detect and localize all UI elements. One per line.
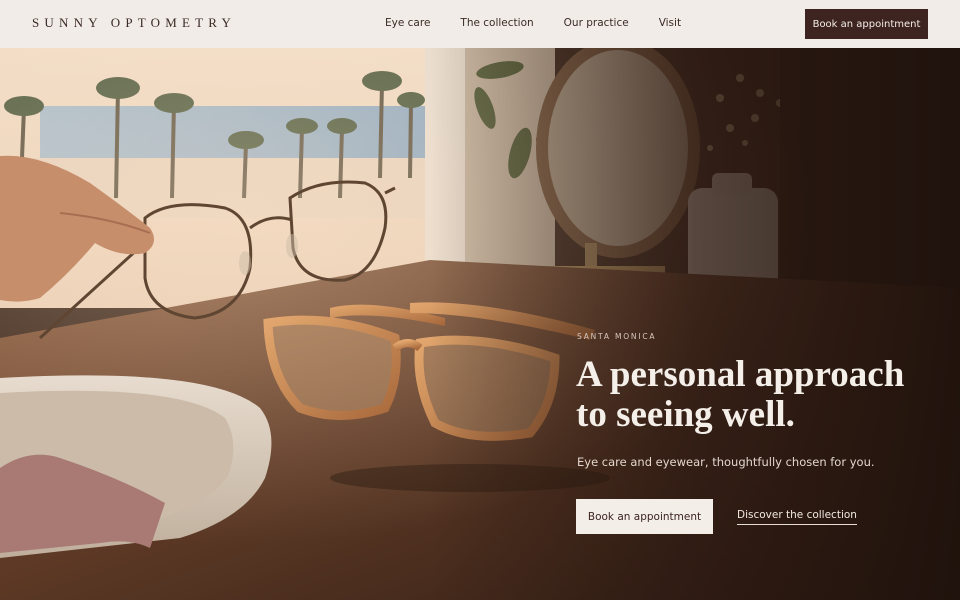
nav-item-visit[interactable]: Visit (659, 16, 681, 30)
hero-eyebrow: SANTA MONICA (577, 332, 657, 341)
hero-book-appointment-button[interactable]: Book an appointment (576, 499, 713, 534)
nav-item-eye-care[interactable]: Eye care (385, 16, 430, 30)
brand-logo[interactable]: SUNNY OPTOMETRY (32, 15, 236, 31)
nav-item-our-practice[interactable]: Our practice (564, 16, 629, 30)
nav-item-collection[interactable]: The collection (460, 16, 533, 30)
site-header: SUNNY OPTOMETRY Eye care The collection … (0, 0, 960, 48)
hero-section: SANTA MONICA A personal approach to seei… (0, 48, 960, 600)
hero-headline: A personal approach to seeing well. (576, 355, 936, 435)
hero-subline: Eye care and eyewear, thoughtfully chose… (577, 455, 875, 469)
hero-headline-line2: to seeing well. (576, 394, 795, 435)
header-book-appointment-button[interactable]: Book an appointment (805, 9, 928, 39)
discover-collection-link[interactable]: Discover the collection (737, 509, 857, 525)
hero-headline-line1: A personal approach (576, 354, 905, 395)
main-nav: Eye care The collection Our practice Vis… (385, 16, 711, 30)
